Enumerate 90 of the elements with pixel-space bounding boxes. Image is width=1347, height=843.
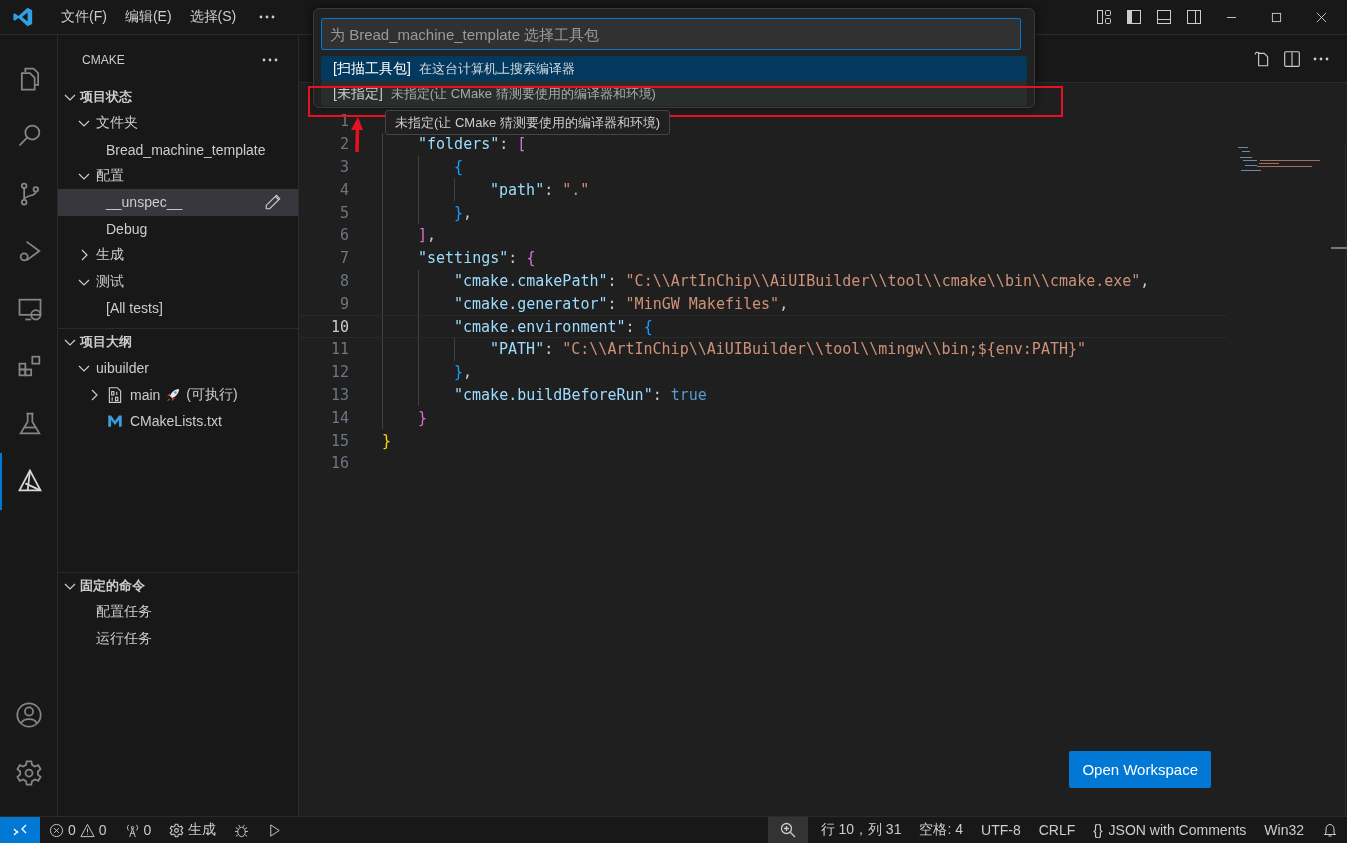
tree-item[interactable]: Bread_machine_template	[58, 136, 298, 163]
tree-item[interactable]: 运行任务	[58, 625, 298, 652]
account-icon[interactable]	[14, 701, 43, 729]
line-number: 12	[329, 363, 349, 382]
split-layout-icon[interactable]	[1186, 9, 1202, 25]
tree-item[interactable]: 测试	[58, 268, 298, 295]
more-icon[interactable]	[1313, 56, 1329, 61]
code-line: {	[454, 158, 464, 176]
code-line: },	[454, 363, 473, 382]
status-item[interactable]: 空格: 4	[910, 817, 972, 843]
tree-item[interactable]: 文件夹	[58, 110, 298, 137]
ports-status[interactable]: 0	[115, 817, 161, 843]
line-number: 10	[329, 317, 349, 336]
antenna-icon	[124, 822, 140, 838]
code-line: "settings": {	[418, 249, 536, 268]
split-editor-icon[interactable]	[1283, 49, 1301, 68]
line-number: 9	[338, 294, 349, 313]
app-logo-icon	[12, 6, 34, 28]
code-line: "cmake.cmakePath": "C:\\ArtInChip\\AiUIBuilder\\tool\\cmake\\bin\\cmake.exe",	[454, 271, 1150, 290]
more-icon[interactable]	[259, 15, 276, 19]
build-button[interactable]: 生成	[160, 817, 226, 843]
language-mode[interactable]: {} JSON with Comments	[1084, 817, 1256, 843]
code-line: "cmake.buildBeforeRun": true	[454, 385, 707, 404]
tree-item[interactable]: CMakeLists.txt	[58, 407, 298, 435]
problems-status[interactable]: 0 0	[40, 817, 116, 843]
remote-icon	[12, 822, 28, 838]
line-number: 6	[338, 226, 349, 245]
status-item[interactable]: CRLF	[1029, 817, 1085, 843]
status-item[interactable]: Win32	[1255, 817, 1313, 843]
code-line: "cmake.generator": "MinGW Makefiles",	[454, 294, 789, 313]
settings-icon[interactable]	[14, 759, 43, 787]
zoom-in-icon	[779, 822, 796, 838]
line-number: 4	[338, 180, 349, 199]
rocket-icon	[165, 386, 182, 403]
zoom-button[interactable]	[767, 817, 808, 843]
line-number: 14	[329, 408, 349, 427]
tree-item[interactable]: 配置	[58, 162, 298, 190]
code-line: "path": "."	[490, 180, 590, 199]
open-workspace-button[interactable]: Open Workspace	[1069, 751, 1211, 788]
status-item[interactable]: 行 10，列 31	[811, 817, 911, 843]
maximize-icon[interactable]	[1271, 11, 1282, 23]
code-line: ],	[418, 226, 437, 245]
open-changes-icon[interactable]	[1253, 49, 1271, 68]
annotation-arrow	[350, 117, 364, 153]
line-number: 8	[338, 271, 349, 290]
tree-item[interactable]: __unspec__	[58, 189, 298, 216]
gear-icon	[169, 822, 185, 838]
tree-item[interactable]: main (可执行)	[58, 381, 298, 408]
warning-icon	[79, 822, 95, 838]
menu-item[interactable]: 文件(F)	[52, 8, 116, 26]
bell-icon	[1322, 822, 1338, 838]
panel-toggle-icon[interactable]	[1156, 9, 1172, 25]
code-line: }	[418, 408, 428, 427]
quick-pick-item[interactable]: [扫描工具包] 在这台计算机上搜索编译器	[321, 56, 1027, 81]
code-line: }	[382, 431, 392, 450]
binary-file-icon	[106, 385, 124, 404]
edit-icon[interactable]	[264, 193, 282, 212]
menu-item[interactable]: 选择(S)	[180, 8, 246, 26]
line-number: 2	[338, 135, 349, 154]
line-number: 15	[329, 431, 349, 450]
section-header[interactable]: 项目大纲	[58, 329, 298, 355]
line-number: 11	[329, 340, 349, 359]
tree-item[interactable]: Debug	[58, 215, 298, 242]
tooltip: 未指定(让 CMake 猜测要使用的编译器和环境)	[385, 110, 671, 135]
code-line: "folders": [	[418, 135, 527, 154]
code-line: "cmake.environment": {	[454, 317, 653, 336]
line-number: 13	[329, 385, 349, 404]
menu-item[interactable]: 编辑(E)	[115, 8, 181, 26]
code-line: "PATH": "C:\\ArtInChip\\AiUIBuilder\\tool\\mingw\\bin;${env:PATH}"	[490, 340, 1087, 359]
section-header[interactable]: 项目状态	[58, 84, 298, 110]
error-icon	[49, 822, 64, 838]
tree-item[interactable]: uibuilder	[58, 355, 298, 382]
line-number: 3	[338, 158, 349, 176]
bug-icon	[234, 822, 250, 838]
more-icon[interactable]	[262, 57, 278, 62]
play-icon	[267, 822, 283, 838]
tree-item[interactable]: 配置任务	[58, 599, 298, 626]
code-line: },	[454, 203, 473, 222]
line-number: 5	[338, 203, 349, 222]
sidebar-title: CMAKE	[82, 52, 125, 67]
layout-icon[interactable]	[1096, 9, 1112, 25]
status-item[interactable]: UTF-8	[972, 817, 1030, 843]
tree-item[interactable]: 生成	[58, 241, 298, 269]
line-number: 7	[338, 249, 349, 268]
line-number: 16	[329, 454, 349, 473]
sidebar-toggle-icon[interactable]	[1126, 9, 1142, 25]
tree-item[interactable]: [All tests]	[58, 294, 298, 322]
search-field[interactable]: 为 Bread_machine_template 选择工具包	[321, 18, 1021, 50]
section-header[interactable]: 固定的命令	[58, 573, 298, 599]
close-icon[interactable]	[1316, 11, 1327, 23]
